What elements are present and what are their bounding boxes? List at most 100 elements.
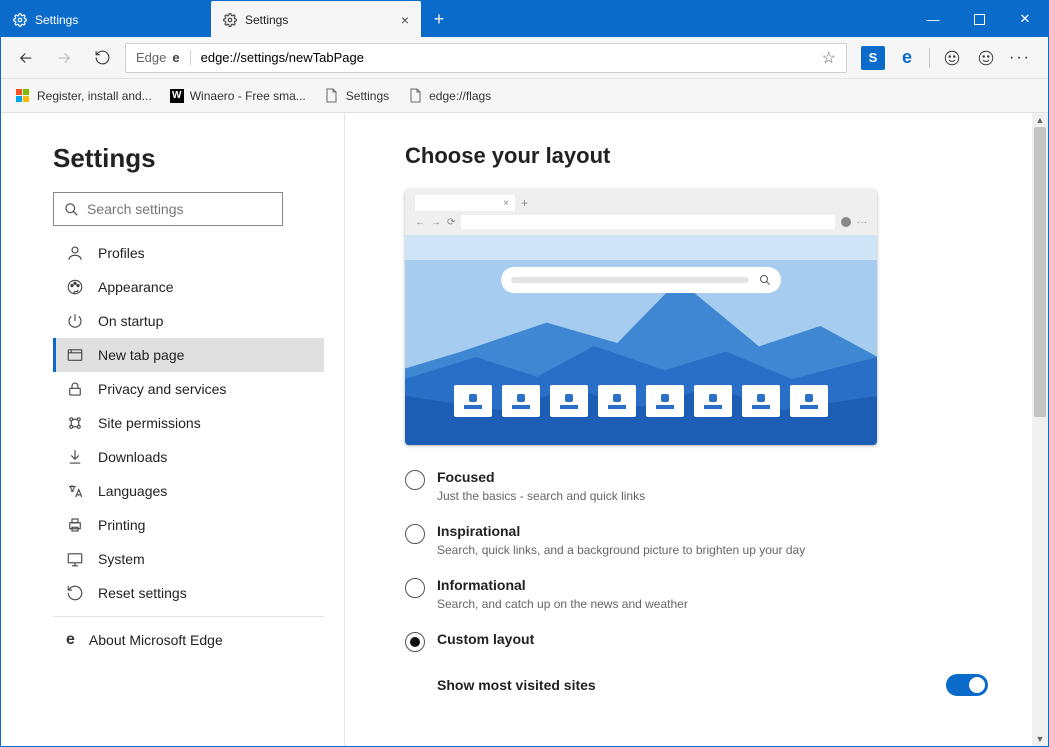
search-settings-input[interactable] <box>87 201 272 217</box>
refresh-button[interactable] <box>87 43 117 73</box>
preview-address-bar <box>461 215 835 229</box>
nav-startup[interactable]: On startup <box>53 304 324 338</box>
scroll-thumb[interactable] <box>1034 127 1046 417</box>
show-most-visited-toggle[interactable] <box>946 674 988 696</box>
nav-appearance[interactable]: Appearance <box>53 270 324 304</box>
lock-icon <box>66 380 84 398</box>
nav-label: On startup <box>98 313 163 329</box>
maximize-button[interactable] <box>956 1 1002 37</box>
new-tab-button[interactable]: + <box>421 1 457 37</box>
more-button[interactable]: ··· <box>1008 46 1032 70</box>
bookmark-label: Winaero - Free sma... <box>190 89 306 103</box>
extension-icon[interactable] <box>940 46 964 70</box>
preview-body <box>405 235 877 445</box>
nav-downloads[interactable]: Downloads <box>53 440 324 474</box>
radio-label: Custom layout <box>437 631 534 647</box>
bookmark-label: Settings <box>346 89 389 103</box>
minimize-button[interactable]: — <box>910 1 956 37</box>
extension-area: S e ··· <box>855 46 1038 70</box>
nav-site-permissions[interactable]: Site permissions <box>53 406 324 440</box>
layout-preview: × + ← → ⟳ ··· <box>405 189 877 445</box>
nav-label: Reset settings <box>98 585 187 601</box>
window-controls: — ✕ <box>910 1 1048 37</box>
preview-tile <box>550 385 588 417</box>
radio-informational[interactable]: Informational Search, and catch up on th… <box>405 577 1008 611</box>
nav-system[interactable]: System <box>53 542 324 576</box>
settings-main: Choose your layout × + ← → ⟳ ··· <box>345 113 1048 746</box>
preview-tile <box>454 385 492 417</box>
vertical-scrollbar[interactable]: ▲ ▼ <box>1032 113 1048 746</box>
address-prefix: Edge e <box>126 50 191 65</box>
preview-back-icon: ← <box>415 217 425 228</box>
page-icon <box>324 88 340 104</box>
radio-icon <box>405 632 425 652</box>
show-most-visited-row: Show most visited sites <box>405 660 1008 696</box>
bookmark-item[interactable]: Register, install and... <box>15 88 152 104</box>
tab-active[interactable]: Settings × <box>211 1 421 37</box>
radio-description: Just the basics - search and quick links <box>437 489 645 503</box>
search-icon <box>64 202 79 217</box>
separator <box>929 48 930 68</box>
nav-label: Profiles <box>98 245 145 261</box>
preview-newtab-icon: + <box>517 196 532 210</box>
radio-custom[interactable]: Custom layout <box>405 631 1008 652</box>
nav-label: Downloads <box>98 449 167 465</box>
forward-button[interactable] <box>49 43 79 73</box>
palette-icon <box>66 278 84 296</box>
nav-privacy[interactable]: Privacy and services <box>53 372 324 406</box>
favorite-button[interactable]: ☆ <box>812 48 846 68</box>
bookmark-item[interactable]: Settings <box>324 88 389 104</box>
nav-label: Printing <box>98 517 145 533</box>
preview-dot-icon <box>841 217 851 227</box>
scroll-down-icon[interactable]: ▼ <box>1032 732 1048 746</box>
radio-focused[interactable]: Focused Just the basics - search and qui… <box>405 469 1008 503</box>
close-window-button[interactable]: ✕ <box>1002 1 1048 37</box>
download-icon <box>66 448 84 466</box>
nav-profiles[interactable]: Profiles <box>53 236 324 270</box>
bookmark-item[interactable]: W Winaero - Free sma... <box>170 89 306 103</box>
person-icon <box>66 244 84 262</box>
preview-tile <box>694 385 732 417</box>
preview-tile <box>646 385 684 417</box>
newtab-icon <box>66 346 84 364</box>
title-bar: Settings Settings × + — ✕ <box>1 1 1048 37</box>
preview-tile <box>790 385 828 417</box>
nav-reset[interactable]: Reset settings <box>53 576 324 610</box>
nav-label: System <box>98 551 145 567</box>
smiley-icon[interactable] <box>974 46 998 70</box>
bookmark-item[interactable]: edge://flags <box>407 88 491 104</box>
page-icon <box>407 88 423 104</box>
url-input[interactable] <box>191 50 812 65</box>
radio-label: Informational <box>437 577 688 593</box>
radio-description: Search, and catch up on the news and wea… <box>437 597 688 611</box>
separator <box>53 616 324 617</box>
radio-inspirational[interactable]: Inspirational Search, quick links, and a… <box>405 523 1008 557</box>
close-tab-icon[interactable]: × <box>401 12 409 28</box>
browser-toolbar: Edge e ☆ S e ··· <box>1 37 1048 79</box>
nav-about[interactable]: e About Microsoft Edge <box>53 623 324 657</box>
languages-icon <box>66 482 84 500</box>
back-button[interactable] <box>11 43 41 73</box>
gear-icon <box>13 13 27 27</box>
preview-tile <box>502 385 540 417</box>
tab-inactive[interactable]: Settings <box>1 1 211 37</box>
radio-label: Focused <box>437 469 645 485</box>
skype-icon[interactable]: S <box>861 46 885 70</box>
nav-languages[interactable]: Languages <box>53 474 324 508</box>
search-settings-box[interactable] <box>53 192 283 226</box>
edge-logo-icon: e <box>172 50 179 65</box>
edge-icon[interactable]: e <box>895 46 919 70</box>
nav-printing[interactable]: Printing <box>53 508 324 542</box>
nav-new-tab-page[interactable]: New tab page <box>53 338 324 372</box>
gear-icon <box>223 13 237 27</box>
preview-search-bar <box>501 267 781 293</box>
preview-more-icon: ··· <box>857 217 867 228</box>
radio-description: Search, quick links, and a background pi… <box>437 543 805 557</box>
scroll-up-icon[interactable]: ▲ <box>1032 113 1048 127</box>
settings-sidebar: Settings Profiles Appearance On startup … <box>1 113 344 746</box>
nav-label: Languages <box>98 483 167 499</box>
preview-tile <box>742 385 780 417</box>
radio-icon <box>405 524 425 544</box>
reset-icon <box>66 584 84 602</box>
printer-icon <box>66 516 84 534</box>
